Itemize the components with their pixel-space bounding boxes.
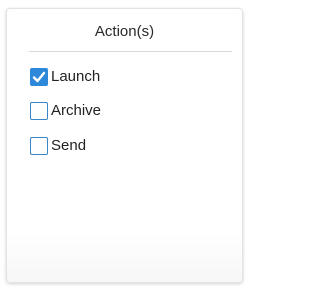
launch-checkbox[interactable]: [30, 68, 48, 86]
option-label-launch: Launch: [51, 68, 101, 85]
option-send[interactable]: Send: [30, 136, 86, 156]
checkmark-icon: [32, 71, 46, 83]
option-label-send: Send: [51, 137, 87, 154]
actions-panel: Action(s) Launch Archive Send: [6, 8, 243, 283]
send-checkbox[interactable]: [30, 137, 48, 155]
panel-title: Action(s): [94, 23, 155, 40]
option-archive[interactable]: Archive: [30, 101, 101, 121]
option-launch[interactable]: Launch: [30, 67, 100, 87]
title-divider: [29, 51, 232, 52]
archive-checkbox[interactable]: [30, 102, 48, 120]
option-label-archive: Archive: [51, 102, 102, 119]
